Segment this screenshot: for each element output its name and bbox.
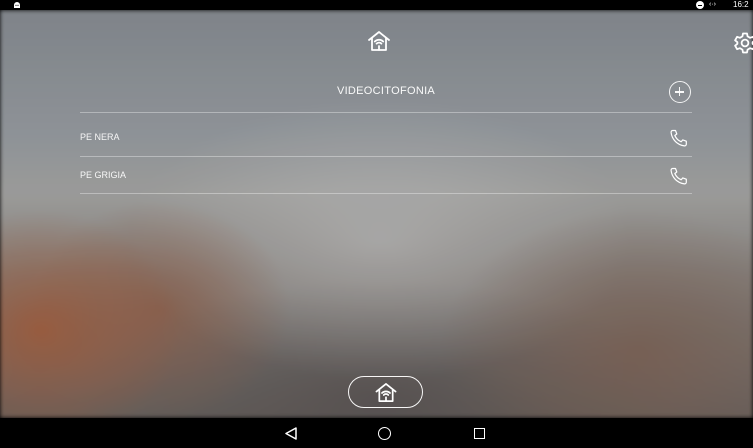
home-wifi-icon[interactable]	[367, 30, 391, 52]
status-bar: ‹·› 16:2	[0, 0, 753, 10]
back-icon[interactable]	[284, 427, 298, 440]
phone-icon[interactable]	[669, 167, 689, 185]
do-not-disturb-icon	[696, 1, 704, 9]
android-icon	[14, 2, 20, 8]
home-icon[interactable]	[378, 427, 391, 440]
phone-icon[interactable]	[669, 129, 689, 147]
background-dim	[0, 10, 753, 418]
gear-icon[interactable]	[734, 32, 753, 54]
divider	[80, 193, 692, 194]
list-item[interactable]: PE NERA	[80, 120, 692, 156]
add-intercom-button[interactable]	[669, 81, 691, 103]
home-wifi-icon	[375, 383, 397, 402]
list-item[interactable]: PE GRIGIA	[80, 158, 692, 194]
panel-title: VIDEOCITOFONIA	[336, 85, 436, 97]
signal-icon: ‹·›	[709, 1, 716, 8]
divider	[80, 156, 692, 157]
intercom-label: PE GRIGIA	[80, 170, 127, 180]
divider	[80, 112, 692, 113]
home-button[interactable]	[348, 376, 423, 408]
recents-icon[interactable]	[474, 428, 485, 439]
status-clock: 16:2	[733, 0, 749, 9]
intercom-label: PE NERA	[80, 132, 120, 142]
navigation-bar	[0, 418, 753, 448]
